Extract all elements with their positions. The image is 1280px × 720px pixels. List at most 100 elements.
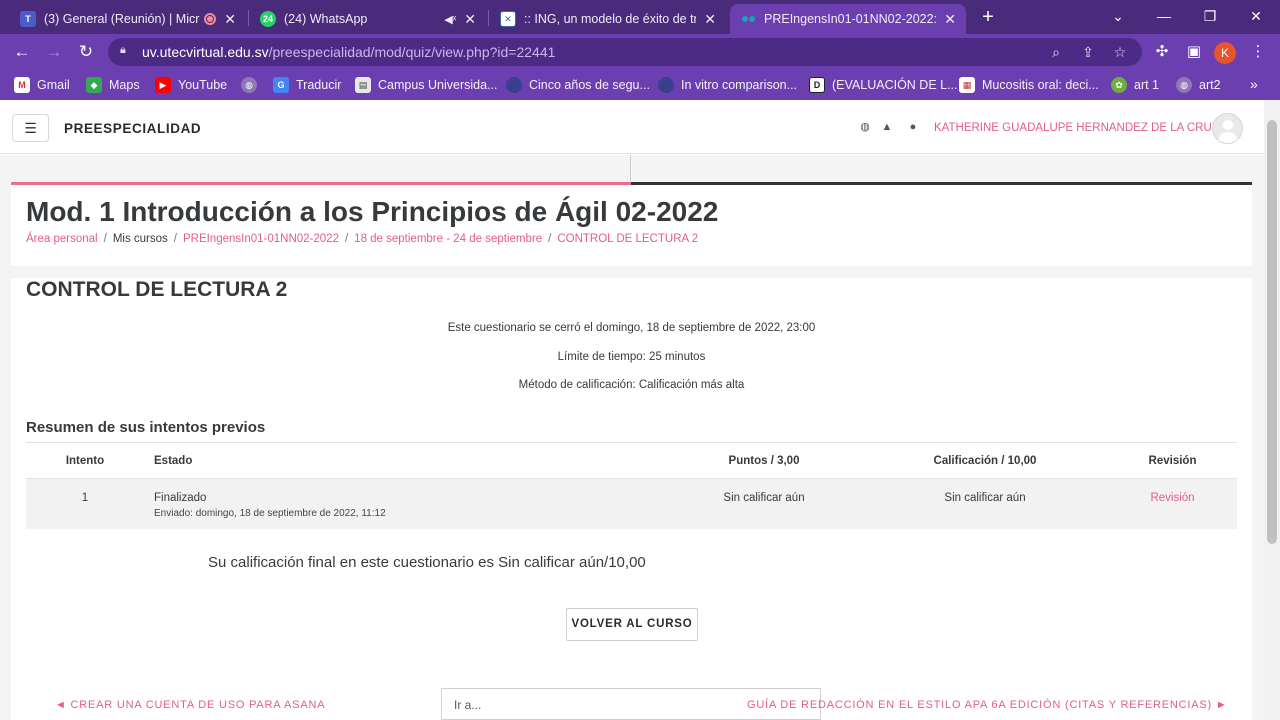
share-icon[interactable]: ⇪ xyxy=(1078,42,1098,62)
campus-icon: ▤ xyxy=(355,77,371,93)
breadcrumb-separator: / xyxy=(173,233,177,245)
breadcrumb-separator: / xyxy=(103,233,107,245)
doc-icon: ✕ xyxy=(500,11,516,27)
url-host: uv.utecvirtual.edu.sv xyxy=(142,44,269,60)
notifications-bell-icon[interactable]: ▲ xyxy=(880,120,894,134)
attempts-table: Intento Estado Puntos / 3,00 Calificació… xyxy=(26,442,1237,529)
reload-icon[interactable]: ↻ xyxy=(74,40,98,64)
tab-search-icon[interactable]: ⌄ xyxy=(1098,4,1138,28)
breadcrumb-area-personal[interactable]: Área personal xyxy=(26,233,98,245)
menu-toggle-button[interactable]: ☰ xyxy=(12,114,49,142)
quiz-title: CONTROL DE LECTURA 2 xyxy=(26,278,288,301)
quiz-main-region: CONTROL DE LECTURA 2 Este cuestionario s… xyxy=(11,278,1252,720)
attempt-state: Finalizado xyxy=(154,492,207,504)
page-title: Mod. 1 Introducción a los Principios de … xyxy=(26,196,719,227)
bookmark-label: YouTube xyxy=(178,78,228,92)
breadcrumb-quiz[interactable]: CONTROL DE LECTURA 2 xyxy=(557,233,698,245)
close-icon[interactable]: ✕ xyxy=(464,11,476,28)
breadcrumb-course[interactable]: PREIngensIn01-01NN02-2022 xyxy=(183,233,339,245)
bookmark-maps[interactable]: ◆ Maps xyxy=(86,76,140,94)
translate-icon: G xyxy=(273,77,289,93)
browser-tab-strip: T (3) General (Reunión) | Micro ✕ 24 (24… xyxy=(0,0,1280,34)
restore-icon[interactable]: ❐ xyxy=(1190,4,1230,28)
youtube-icon: ▶ xyxy=(155,77,171,93)
bookmark-globe[interactable]: ◍ xyxy=(241,76,257,94)
bookmark-art1[interactable]: ✿ art 1 xyxy=(1111,76,1159,94)
address-bar[interactable]: 🔒︎ uv.utecvirtual.edu.sv/preespecialidad… xyxy=(108,38,1142,66)
tab-separator xyxy=(248,10,249,26)
column-header-state: Estado xyxy=(144,442,666,479)
minimize-icon[interactable]: — xyxy=(1144,4,1184,28)
document-d-icon: D xyxy=(809,77,825,93)
close-icon[interactable]: ✕ xyxy=(224,11,236,28)
bookmark-mucositis[interactable]: ▦ Mucositis oral: deci... xyxy=(959,76,1099,94)
profile-avatar[interactable]: K xyxy=(1214,42,1236,64)
bookmark-evaluacion[interactable]: D (EVALUACIÓN DE L... xyxy=(809,76,958,94)
browser-toolbar: ← → ↻ 🔒︎ uv.utecvirtual.edu.sv/preespeci… xyxy=(0,34,1280,70)
attempts-summary-title: Resumen de sus intentos previos xyxy=(26,419,266,436)
attempt-number: 1 xyxy=(26,478,144,529)
extensions-icon[interactable]: ✣ xyxy=(1150,40,1174,64)
attempt-points: Sin calificar aún xyxy=(666,478,862,529)
search-icon[interactable]: ⌕ xyxy=(1046,42,1066,62)
close-icon[interactable]: ✕ xyxy=(944,11,956,28)
attempt-grade: Sin calificar aún xyxy=(862,478,1108,529)
bookmark-youtube[interactable]: ▶ YouTube xyxy=(155,76,227,94)
back-to-course-button[interactable]: VOLVER AL CURSO xyxy=(566,608,698,641)
previous-activity-link[interactable]: ◄ CREAR UNA CUENTA DE USO PARA ASANA xyxy=(55,699,325,711)
bookmark-label: Gmail xyxy=(37,78,70,92)
bookmark-label: Cinco años de segu... xyxy=(529,78,650,92)
table-header-row: Intento Estado Puntos / 3,00 Calificació… xyxy=(26,442,1237,479)
progress-track-bar xyxy=(631,182,1252,185)
tab-title: PREIngensIn01-01NN02-2022: C xyxy=(764,12,937,26)
tab-ing-article[interactable]: ✕ :: ING, un modelo de éxito de tra ✕ xyxy=(490,4,726,34)
quiz-closed-info: Este cuestionario se cerró el domingo, 1… xyxy=(447,322,816,334)
tab-title: (24) WhatsApp xyxy=(284,12,368,26)
tab-teams[interactable]: T (3) General (Reunión) | Micro ✕ xyxy=(10,4,246,34)
bookmark-label: In vitro comparison... xyxy=(681,78,798,92)
attempt-state-cell: Finalizado Enviado: domingo, 18 de septi… xyxy=(144,478,666,529)
menu-icon[interactable]: ⋮ xyxy=(1246,40,1270,64)
bookmark-in-vitro[interactable]: In vitro comparison... xyxy=(658,76,797,94)
forward-icon[interactable]: → xyxy=(42,40,66,64)
user-menu-name[interactable]: KATHERINE GUADALUPE HERNANDEZ DE LA CRUZ xyxy=(934,122,1219,134)
new-tab-button[interactable]: + xyxy=(976,5,1000,29)
bookmark-gmail[interactable]: M Gmail xyxy=(14,76,70,94)
moodle-navbar: ☰ PREESPECIALIDAD ◍ ▲ ● KATHERINE GUADAL… xyxy=(0,100,1264,154)
close-icon[interactable]: ✕ xyxy=(704,11,716,28)
art-icon: ✿ xyxy=(1111,77,1127,93)
bookmark-traducir[interactable]: G Traducir xyxy=(273,76,341,94)
scrollbar-thumb[interactable] xyxy=(1267,120,1277,544)
next-activity-link[interactable]: GUÍA DE REDACCIÓN EN EL ESTILO APA 6A ED… xyxy=(747,699,1228,711)
bookmark-label: art 1 xyxy=(1134,78,1160,92)
article-icon xyxy=(506,77,522,93)
star-icon[interactable]: ☆ xyxy=(1110,42,1130,62)
side-panel-icon[interactable]: ▣ xyxy=(1182,40,1206,64)
table-row: 1 Finalizado Enviado: domingo, 18 de sep… xyxy=(26,478,1237,529)
back-icon[interactable]: ← xyxy=(10,40,34,64)
bookmark-cinco-anos[interactable]: Cinco años de segu... xyxy=(506,76,650,94)
lock-icon: 🔒︎ xyxy=(120,44,126,56)
tab-whatsapp[interactable]: 24 (24) WhatsApp ◀ˣ ✕ xyxy=(250,4,486,34)
bookmark-art2[interactable]: ◍ art2 xyxy=(1176,76,1221,94)
site-name[interactable]: PREESPECIALIDAD xyxy=(64,121,201,136)
whatsapp-icon: 24 xyxy=(260,11,276,27)
messages-icon[interactable]: ● xyxy=(906,120,920,134)
tab-moodle-quiz[interactable]: PREIngensIn01-01NN02-2022: C ✕ xyxy=(730,4,966,34)
breadcrumb-separator: / xyxy=(344,233,349,245)
muted-speaker-icon[interactable]: ◀ˣ xyxy=(444,13,456,26)
avatar[interactable] xyxy=(1212,113,1243,144)
quiz-grading-method: Método de calificación: Calificación más… xyxy=(518,379,745,391)
tab-separator xyxy=(488,10,489,26)
column-header-grade: Calificación / 10,00 xyxy=(862,442,1108,479)
column-header-points: Puntos / 3,00 xyxy=(666,442,862,479)
breadcrumb-week[interactable]: 18 de septiembre - 24 de septiembre xyxy=(354,233,542,245)
bookmark-label: Maps xyxy=(109,78,140,92)
more-bookmarks-icon[interactable]: » xyxy=(1250,76,1258,92)
bookmark-campus[interactable]: ▤ Campus Universida... xyxy=(355,76,498,94)
language-icon[interactable]: ◍ xyxy=(858,120,872,134)
review-link[interactable]: Revisión xyxy=(1150,492,1194,504)
close-window-icon[interactable]: ✕ xyxy=(1236,4,1276,28)
moodle-icon xyxy=(740,11,756,27)
recording-icon xyxy=(204,13,217,25)
